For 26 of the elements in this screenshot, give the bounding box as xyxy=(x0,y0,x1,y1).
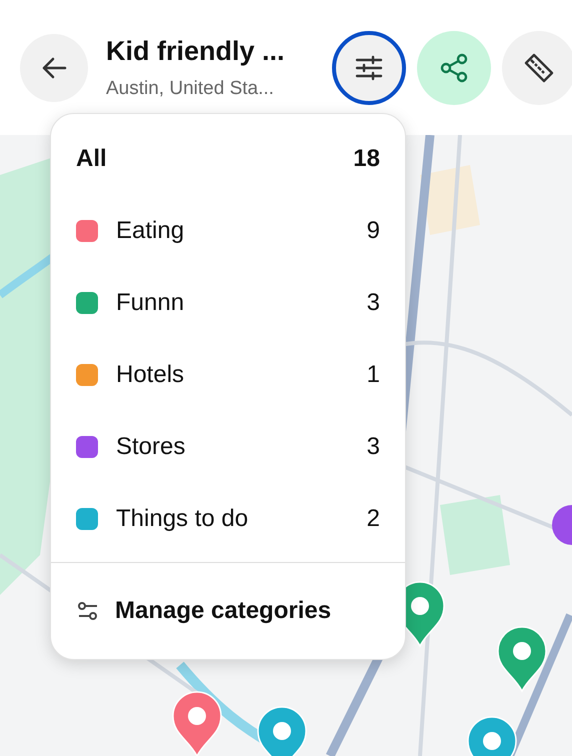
category-count: 9 xyxy=(366,216,380,246)
manage-categories-button[interactable]: Manage categories xyxy=(51,563,405,659)
list-title: Kid friendly ... xyxy=(106,35,286,67)
category-label: Eating xyxy=(116,216,184,246)
category-label: Funnn xyxy=(116,288,184,318)
category-count: 3 xyxy=(366,288,380,318)
category-count: 3 xyxy=(366,432,380,462)
sliders-icon xyxy=(355,55,383,81)
category-count: 18 xyxy=(353,144,380,174)
location-subtitle: Austin, United Sta... xyxy=(106,77,275,101)
category-count: 2 xyxy=(366,504,380,534)
category-count: 1 xyxy=(366,360,380,390)
category-label: Things to do xyxy=(116,504,248,534)
category-row[interactable]: Things to do 2 xyxy=(51,483,405,555)
category-row[interactable]: Eating 9 xyxy=(51,195,405,267)
category-row[interactable]: Hotels 1 xyxy=(51,339,405,411)
category-row[interactable]: Funnn 3 xyxy=(51,267,405,339)
ruler-icon xyxy=(523,52,555,84)
category-row[interactable]: Stores 3 xyxy=(51,411,405,483)
sliders-icon xyxy=(77,601,99,621)
share-icon xyxy=(440,53,468,83)
back-arrow-icon xyxy=(41,57,67,79)
category-label: All xyxy=(76,144,107,174)
category-row[interactable]: All 18 xyxy=(51,123,405,195)
category-label: Stores xyxy=(116,432,186,462)
category-label: Hotels xyxy=(116,360,184,390)
